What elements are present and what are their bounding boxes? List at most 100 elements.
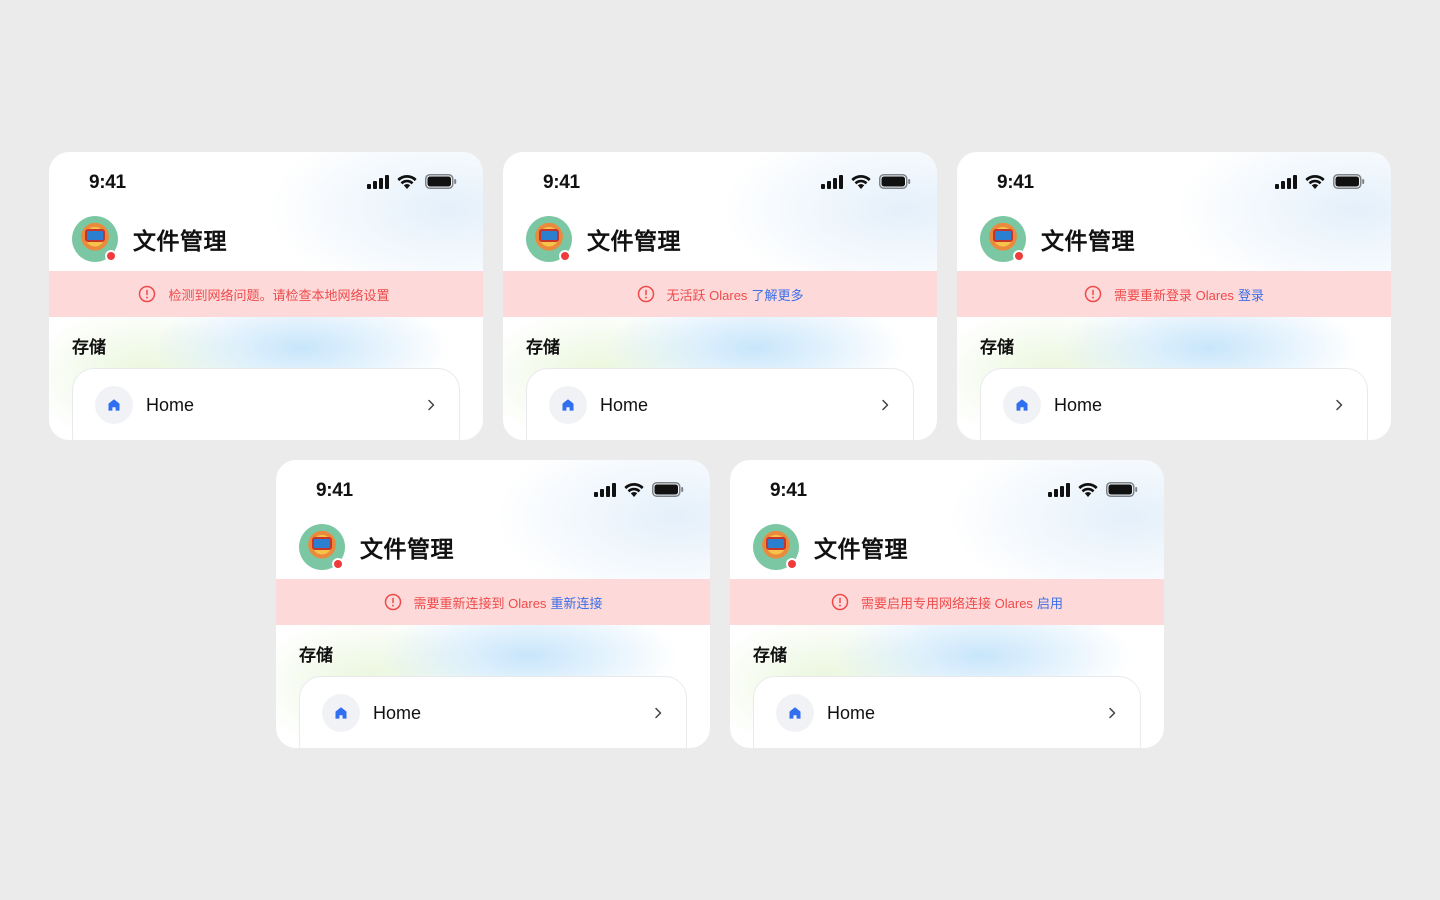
system-icons [821, 174, 911, 189]
cellular-signal-icon [367, 174, 389, 189]
app-header: 文件管理 [753, 522, 908, 572]
banner-action-link[interactable]: 登录 [1238, 285, 1264, 304]
storage-item-label: Home [827, 702, 876, 723]
page-title: 文件管理 [587, 228, 681, 254]
app-header: 文件管理 [980, 214, 1135, 264]
banner-message: 检测到网络问题。请检查本地网络设置 [168, 287, 390, 303]
section-title-storage: 存储 [980, 338, 1014, 357]
wifi-icon [851, 174, 871, 189]
section-title-storage: 存储 [299, 646, 333, 665]
status-time: 9:41 [543, 172, 580, 193]
storage-list: Home [72, 368, 460, 440]
home-icon-container [322, 694, 360, 732]
alert-circle-icon [384, 593, 401, 611]
offline-status-dot [105, 250, 117, 262]
storage-item-home[interactable]: Home [322, 694, 664, 732]
file-manager-card: 9:41 文件管理 无活跃 Olares 了解更多 存储 Home [503, 152, 937, 440]
wifi-icon [1305, 174, 1325, 189]
avatar-robot-face [539, 229, 559, 242]
alert-circle-icon [1084, 285, 1102, 303]
section-title-storage: 存储 [526, 338, 560, 357]
home-icon [335, 707, 347, 719]
offline-status-dot [559, 250, 571, 262]
chevron-right-icon [428, 399, 435, 411]
chevron-right-icon [1336, 399, 1343, 411]
storage-item-label: Home [146, 394, 195, 415]
page-title: 文件管理 [1041, 228, 1135, 254]
storage-item-home[interactable]: Home [95, 386, 437, 424]
storage-list: Home [753, 676, 1141, 748]
error-banner: 需要启用专用网络连接 Olares 启用 [730, 579, 1164, 625]
banner-action-link[interactable]: 启用 [1037, 593, 1063, 612]
error-banner: 无活跃 Olares 了解更多 [503, 271, 937, 317]
user-avatar[interactable] [72, 216, 118, 262]
storage-item-home[interactable]: Home [776, 694, 1118, 732]
error-banner: 需要重新登录 Olares 登录 [957, 271, 1391, 317]
storage-item-label: Home [600, 394, 649, 415]
file-manager-card: 9:41 文件管理 检测到网络问题。请检查本地网络设置 存储 Home [49, 152, 483, 440]
section-title-storage: 存储 [753, 646, 787, 665]
offline-status-dot [1013, 250, 1025, 262]
battery-icon [879, 174, 911, 189]
banner-message: 需要重新登录 Olares [1114, 287, 1234, 303]
home-icon [108, 399, 120, 411]
banner-action-link[interactable]: 重新连接 [550, 593, 602, 612]
cellular-signal-icon [1275, 174, 1297, 189]
user-avatar[interactable] [526, 216, 572, 262]
status-time: 9:41 [770, 480, 807, 501]
system-icons [367, 174, 457, 189]
home-icon [562, 399, 574, 411]
avatar-robot-face [85, 229, 105, 242]
storage-item-home[interactable]: Home [1003, 386, 1345, 424]
app-header: 文件管理 [299, 522, 454, 572]
app-header: 文件管理 [72, 214, 227, 264]
cellular-signal-icon [1048, 482, 1070, 497]
battery-icon [652, 482, 684, 497]
banner-message: 无活跃 Olares [666, 287, 748, 303]
status-bar: 9:41 [957, 152, 1391, 208]
avatar-robot-face [766, 537, 786, 550]
user-avatar[interactable] [753, 524, 799, 570]
home-icon [789, 707, 801, 719]
user-avatar[interactable] [299, 524, 345, 570]
banner-message: 需要启用专用网络连接 Olares [861, 595, 1033, 611]
banner-message: 需要重新连接到 Olares [413, 595, 547, 611]
status-time: 9:41 [316, 480, 353, 501]
banner-action-link[interactable]: 了解更多 [751, 285, 803, 304]
storage-item-label: Home [1054, 394, 1103, 415]
section-title-storage: 存储 [72, 338, 106, 357]
chevron-right-icon [655, 707, 662, 719]
status-time: 9:41 [89, 172, 126, 193]
storage-list: Home [299, 676, 687, 748]
storage-item-label: Home [373, 702, 422, 723]
system-icons [1048, 482, 1138, 497]
alert-circle-icon [637, 285, 654, 303]
page-title: 文件管理 [814, 536, 908, 562]
error-banner: 检测到网络问题。请检查本地网络设置 [49, 271, 483, 317]
home-icon-container [776, 694, 814, 732]
app-header: 文件管理 [526, 214, 681, 264]
storage-list: Home [526, 368, 914, 440]
file-manager-card: 9:41 文件管理 需要重新登录 Olares 登录 存储 Home [957, 152, 1391, 440]
home-icon-container [1003, 386, 1041, 424]
page-title: 文件管理 [360, 536, 454, 562]
chevron-right-icon [1109, 707, 1116, 719]
page-title: 文件管理 [133, 228, 227, 254]
file-manager-card: 9:41 文件管理 需要启用专用网络连接 Olares 启用 存储 Home [730, 460, 1164, 748]
wifi-icon [397, 174, 417, 189]
storage-list: Home [980, 368, 1368, 440]
home-icon-container [549, 386, 587, 424]
status-bar: 9:41 [276, 460, 710, 516]
storage-item-home[interactable]: Home [549, 386, 891, 424]
wifi-icon [1078, 482, 1098, 497]
battery-icon [425, 174, 457, 189]
alert-circle-icon [139, 285, 156, 303]
battery-icon [1106, 482, 1138, 497]
home-icon [1016, 399, 1028, 411]
system-icons [594, 482, 684, 497]
error-banner: 需要重新连接到 Olares 重新连接 [276, 579, 710, 625]
status-bar: 9:41 [49, 152, 483, 208]
cellular-signal-icon [594, 482, 616, 497]
file-manager-card: 9:41 文件管理 需要重新连接到 Olares 重新连接 存储 Home [276, 460, 710, 748]
user-avatar[interactable] [980, 216, 1026, 262]
